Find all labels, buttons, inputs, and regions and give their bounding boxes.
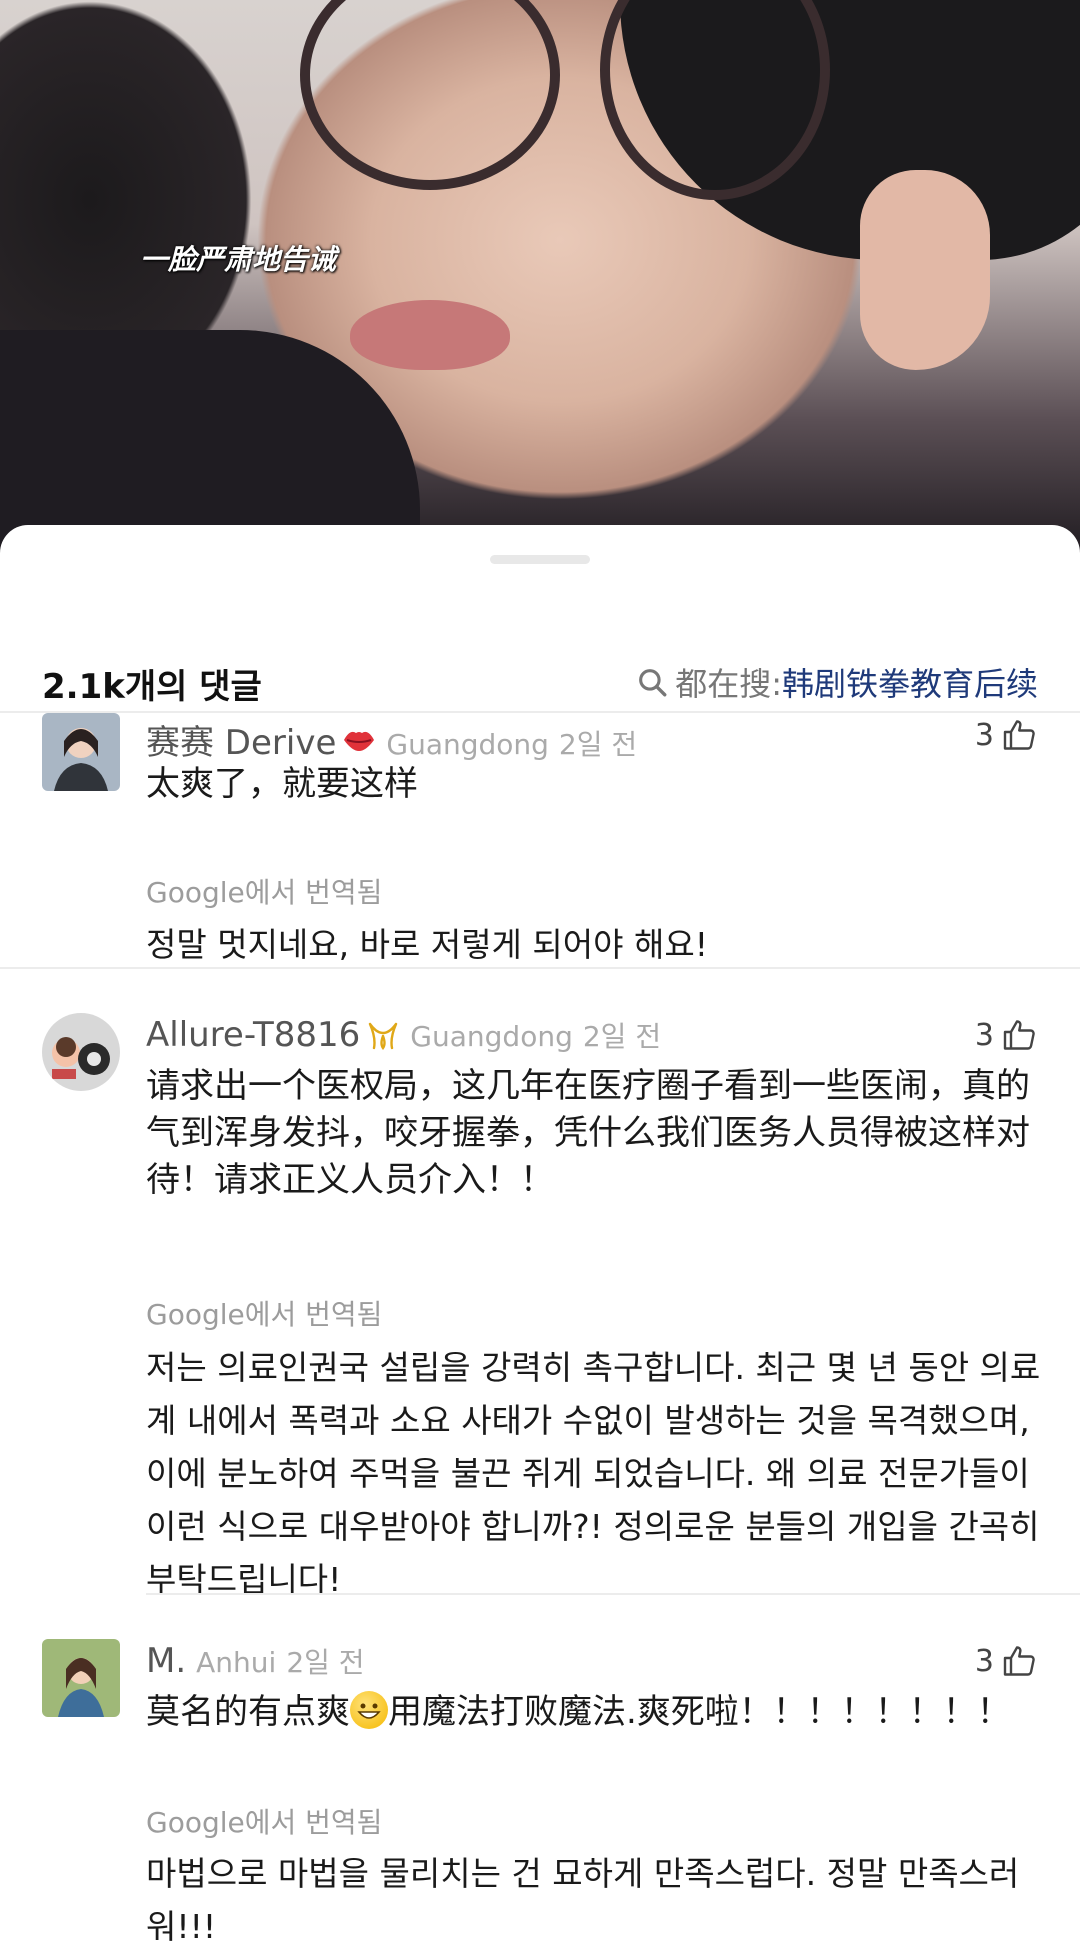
comment-text: 请求出一个医权局，这几年在医疗圈子看到一些医闹，真的气到浑身发抖，咬牙握拳，凭什…	[146, 1066, 1030, 1200]
header-divider	[0, 711, 1080, 713]
username[interactable]: Allure-T8816	[146, 1015, 360, 1055]
search-prefix: 都在搜:	[675, 665, 782, 703]
like-button[interactable]: 3	[975, 1643, 1038, 1679]
comments-header: 2.1k개의 댓글 都在搜: 韩剧铁拳教育后续	[0, 625, 1080, 725]
translated-text: 저는 의료인권국 설립을 강력히 촉구합니다. 최근 몇 년 동안 의료계 내에…	[146, 1348, 1041, 1599]
like-button[interactable]: 3	[975, 717, 1038, 753]
video-glasses-left	[300, 0, 560, 190]
comment-location: Guangdong	[410, 1020, 573, 1053]
comment-meta: Allure-T8816 Guangdong 2일 전	[146, 1015, 661, 1055]
comment-meta: 赛赛 Derive Guangdong 2일 전	[146, 715, 637, 764]
username[interactable]: M.	[146, 1641, 186, 1681]
grinning-face-icon	[350, 1691, 388, 1729]
video-ear-shape	[860, 170, 990, 370]
avatar-image	[42, 1013, 120, 1091]
video-frame[interactable]: 一脸严肃地告诫	[0, 0, 1080, 560]
like-count: 3	[974, 717, 994, 753]
comment-location: Guangdong	[386, 728, 549, 761]
search-term: 韩剧铁拳教育后续	[781, 665, 1038, 703]
translation-label: Google에서 번역됨	[146, 876, 383, 909]
like-button[interactable]: 3	[975, 1017, 1038, 1053]
trending-search-link[interactable]: 都在搜: 韩剧铁拳教育后续	[635, 659, 1038, 705]
video-caption: 一脸严肃地告诫	[140, 243, 337, 276]
comment-meta: M. Anhui 2일 전	[146, 1641, 365, 1681]
comment-location: Anhui	[196, 1646, 277, 1679]
lips-icon	[344, 731, 375, 751]
translation-label: Google에서 번역됨	[146, 1806, 383, 1839]
video-lips-shape	[350, 300, 510, 370]
thumbs-up-icon	[1003, 1020, 1035, 1050]
comment-time: 2일 전	[582, 1020, 662, 1053]
comment-text: 莫名的有点爽 用魔法打败魔法.爽死啦！！！！！！！！	[146, 1689, 1046, 1736]
username[interactable]: 赛赛 Derive	[146, 715, 336, 764]
drag-handle[interactable]	[490, 555, 590, 564]
like-count: 3	[974, 1643, 994, 1679]
avatar[interactable]	[42, 713, 120, 791]
comment-time: 2일 전	[286, 1646, 365, 1679]
avatar-image	[42, 713, 120, 791]
comment-divider	[0, 967, 1080, 969]
comment-text: 太爽了，就要这样	[146, 764, 418, 804]
comment-count: 2.1k개의 댓글	[42, 667, 262, 707]
translated-text: 마법으로 마법을 물리치는 건 묘하게 만족스럽다. 정말 만족스러워!!!	[146, 1854, 1020, 1946]
comment-divider	[146, 1593, 1080, 1595]
comment-time: 2일 전	[558, 728, 638, 761]
comment-text-part: 用魔法打败魔法.爽死啦！！！！！！！！	[388, 1692, 1011, 1732]
translation-label: Google에서 번역됨	[146, 1298, 383, 1331]
comments-sheet: 2.1k개의 댓글 都在搜: 韩剧铁拳教育后续 赛赛 Derive Guangd…	[0, 525, 1080, 1956]
comment-text-part: 莫名的有点爽	[146, 1692, 350, 1732]
avatar[interactable]	[42, 1639, 120, 1717]
like-count: 3	[974, 1017, 994, 1053]
avatar-image	[42, 1639, 120, 1717]
search-icon	[639, 669, 667, 697]
avatar[interactable]	[42, 1013, 120, 1091]
translated-text: 정말 멋지네요, 바로 저렇게 되어야 해요!	[146, 925, 708, 964]
thumbs-up-icon	[1003, 720, 1035, 750]
thumbs-up-icon	[1003, 1646, 1035, 1676]
ribbon-icon	[369, 1022, 398, 1050]
